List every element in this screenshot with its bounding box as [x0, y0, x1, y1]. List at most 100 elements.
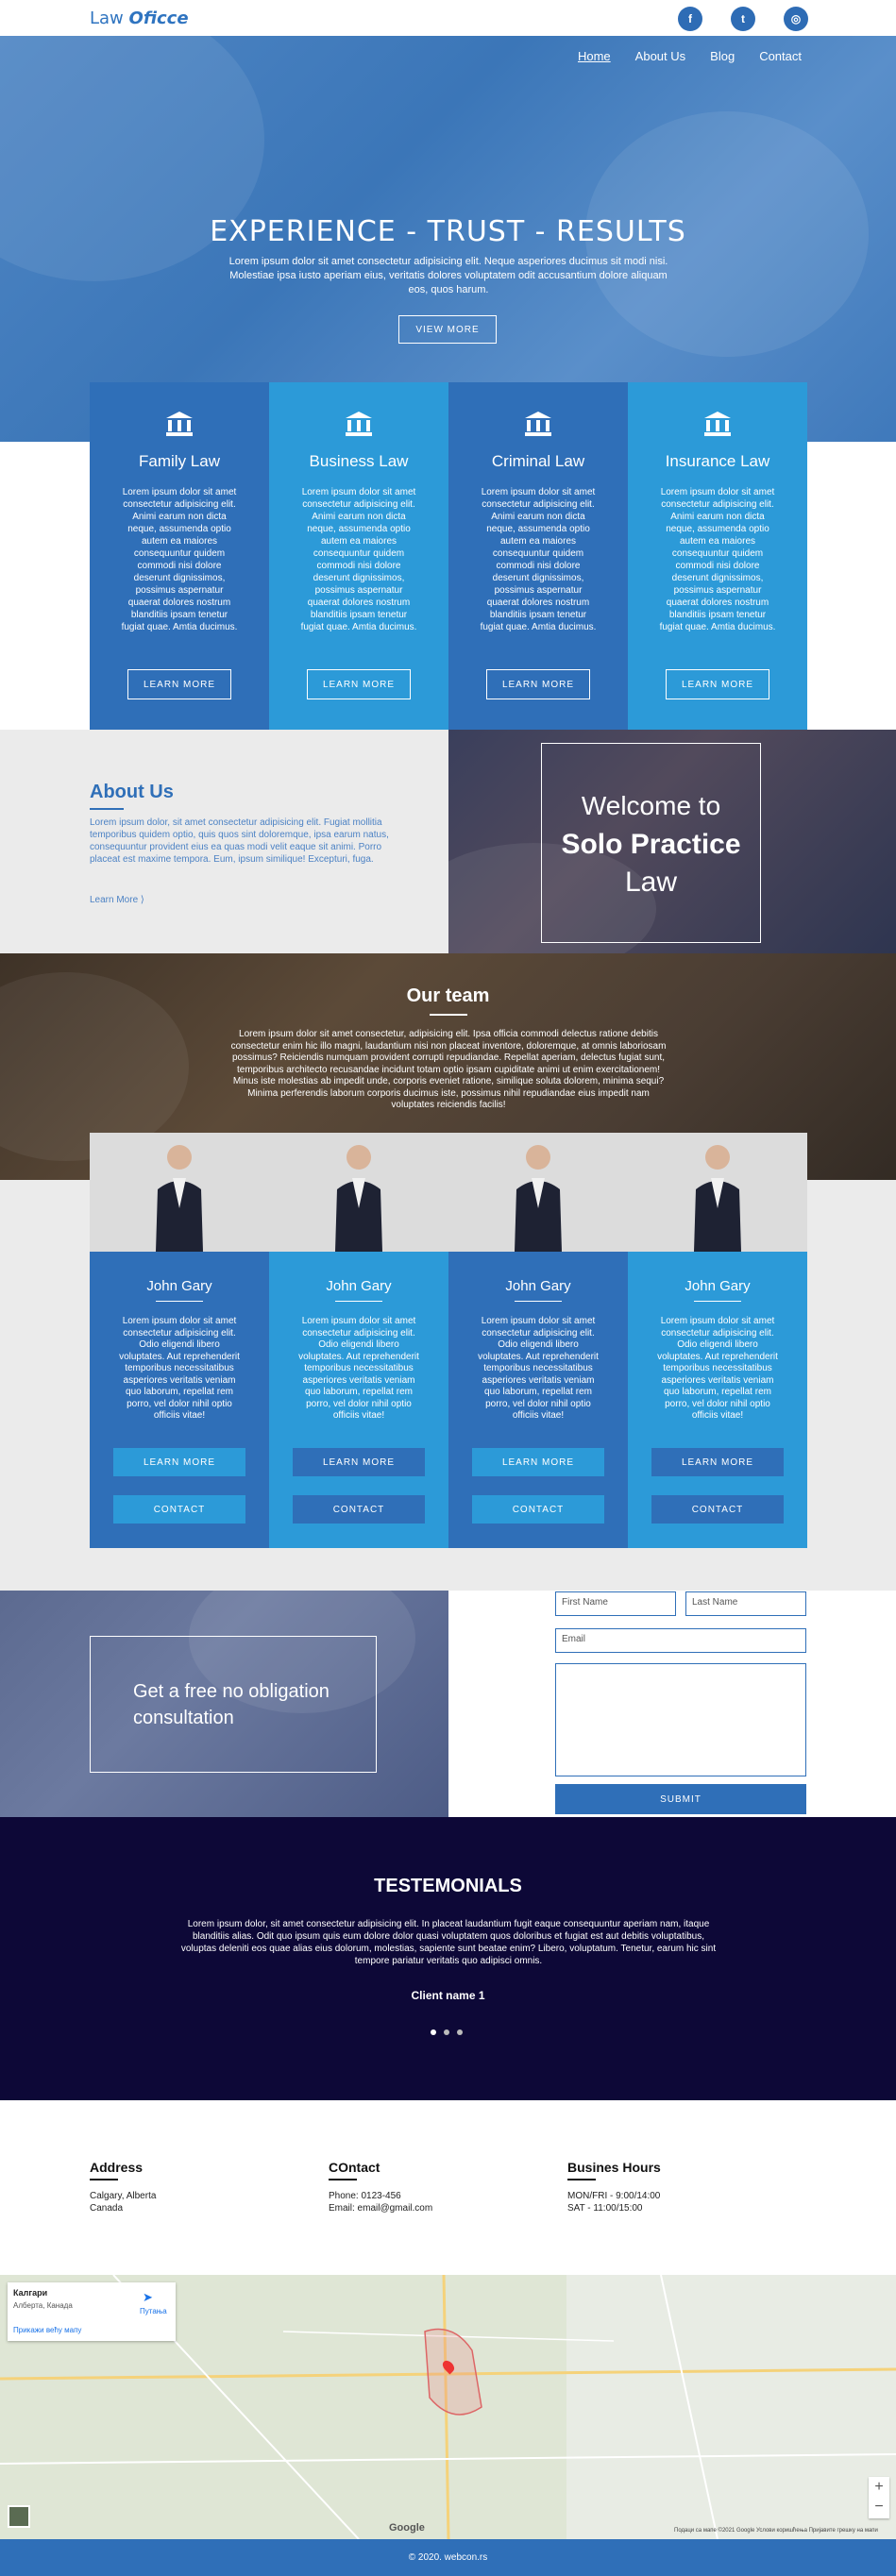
map-attribution[interactable]: Подаци са мапе ©2021 Google Услови кориш… [674, 2528, 878, 2534]
address-line: Canada [90, 2203, 124, 2214]
service-text: Lorem ipsum dolor sit amet consectetur a… [121, 487, 238, 632]
member-learn-more-button[interactable]: LEARN MORE [293, 1448, 425, 1476]
contact-title: COntact [329, 2160, 432, 2180]
welcome-line-3: Law [624, 867, 678, 898]
courthouse-icon [525, 412, 551, 436]
address-line: Calgary, Alberta [90, 2191, 157, 2201]
courthouse-icon [166, 412, 193, 436]
map-region: Алберта, Канада [13, 2301, 73, 2310]
member-contact-button[interactable]: CONTACT [651, 1495, 784, 1524]
twitter-icon[interactable]: t [731, 7, 755, 31]
service-title: Criminal Law [491, 452, 585, 470]
member-bio: Lorem ipsum dolor sit amet consectetur a… [298, 1316, 419, 1421]
consultation-banner: Get a free no obligation consultation [0, 1591, 448, 1817]
main-nav: Home About Us Blog Contact [578, 49, 802, 63]
carousel-dot[interactable] [431, 2029, 436, 2035]
contact-email[interactable]: Email: email@gmail.com [329, 2202, 432, 2214]
member-info: John Gary Lorem ipsum dolor sit amet con… [269, 1252, 448, 1548]
view-more-button[interactable]: VIEW MORE [398, 315, 497, 344]
contact-phone: Phone: 0123-456 [329, 2191, 401, 2201]
welcome-banner: Welcome to Solo Practice Law [448, 730, 896, 953]
member-info: John Gary Lorem ipsum dolor sit amet con… [628, 1252, 807, 1548]
member-bio: Lorem ipsum dolor sit amet consectetur a… [119, 1316, 240, 1421]
nav-blog[interactable]: Blog [710, 49, 735, 63]
carousel-dot[interactable] [444, 2029, 449, 2035]
service-title: Business Law [309, 452, 409, 470]
nav-about-us[interactable]: About Us [635, 49, 685, 63]
hours-column: Busines Hours MON/FRI - 9:00/14:00 SAT -… [567, 2160, 661, 2214]
service-text: Lorem ipsum dolor sit amet consectetur a… [300, 487, 417, 632]
hero-text: Lorem ipsum dolor sit amet consectetur a… [228, 256, 668, 295]
member-name: John Gary [448, 1278, 628, 1302]
email-input[interactable]: Email [555, 1628, 806, 1653]
person-icon [156, 1145, 203, 1252]
logo[interactable]: Law Oficce [90, 8, 189, 28]
directions-icon[interactable]: ➤ [143, 2290, 158, 2305]
member-contact-button[interactable]: CONTACT [472, 1495, 604, 1524]
welcome-box: Welcome to Solo Practice Law [541, 743, 761, 943]
last-name-input[interactable]: Last Name [685, 1591, 806, 1616]
carousel-dots [431, 2029, 463, 2035]
learn-more-button[interactable]: LEARN MORE [486, 669, 590, 699]
member-learn-more-button[interactable]: LEARN MORE [472, 1448, 604, 1476]
courthouse-icon [704, 412, 731, 436]
larger-map-link[interactable]: Прикажи већу мапу [13, 2326, 81, 2334]
service-title: Insurance Law [665, 452, 770, 470]
member-contact-button[interactable]: CONTACT [293, 1495, 425, 1524]
hours-title: Busines Hours [567, 2160, 661, 2180]
person-icon [694, 1145, 741, 1252]
map-info-card: Калгари Алберта, Канада Прикажи већу мап… [8, 2282, 176, 2341]
zoom-controls: + − [869, 2477, 889, 2518]
service-title: Family Law [139, 452, 220, 470]
member-learn-more-button[interactable]: LEARN MORE [651, 1448, 784, 1476]
learn-more-button[interactable]: LEARN MORE [127, 669, 231, 699]
member-photo [90, 1133, 269, 1252]
person-icon [335, 1145, 382, 1252]
address-column: Address Calgary, Alberta Canada [90, 2160, 156, 2214]
logo-text: Law [90, 8, 124, 28]
nav-contact[interactable]: Contact [759, 49, 802, 63]
member-bio: Lorem ipsum dolor sit amet consectetur a… [657, 1316, 778, 1421]
logo-text-italic: Oficce [128, 8, 189, 28]
member-contact-button[interactable]: CONTACT [113, 1495, 245, 1524]
site-header: Law Oficce f t ◎ [0, 0, 896, 36]
google-logo: Google [389, 2522, 425, 2534]
carousel-dot[interactable] [457, 2029, 463, 2035]
member-photo [628, 1133, 807, 1252]
nav-home[interactable]: Home [578, 49, 611, 63]
message-textarea[interactable] [555, 1663, 806, 1776]
about-title: About Us [90, 782, 174, 810]
person-icon [515, 1145, 562, 1252]
zoom-in-button[interactable]: + [869, 2477, 889, 2498]
hours-line: MON/FRI - 9:00/14:00 [567, 2191, 661, 2201]
member-bio: Lorem ipsum dolor sit amet consectetur a… [478, 1316, 599, 1421]
about-text: Lorem ipsum dolor, sit amet consectetur … [90, 817, 389, 865]
service-card-family-law: Family Law Lorem ipsum dolor sit amet co… [90, 382, 269, 730]
about-learn-more-link[interactable]: Learn More ⟩ [90, 895, 144, 905]
hero-title: EXPERIENCE - TRUST - RESULTS [210, 215, 686, 248]
zoom-out-button[interactable]: − [869, 2498, 889, 2518]
learn-more-button[interactable]: LEARN MORE [666, 669, 769, 699]
about-section: About Us Lorem ipsum dolor, sit amet con… [0, 730, 448, 953]
contact-column: COntact Phone: 0123-456 Email: email@gma… [329, 2160, 432, 2214]
service-card-insurance-law: Insurance Law Lorem ipsum dolor sit amet… [628, 382, 807, 730]
submit-button[interactable]: SUBMIT [555, 1784, 806, 1814]
first-name-input[interactable]: First Name [555, 1591, 676, 1616]
satellite-toggle[interactable] [8, 2505, 30, 2528]
member-name: John Gary [628, 1278, 807, 1302]
instagram-icon[interactable]: ◎ [784, 7, 808, 31]
member-learn-more-button[interactable]: LEARN MORE [113, 1448, 245, 1476]
facebook-icon[interactable]: f [678, 7, 702, 31]
welcome-line-1: Welcome to [581, 791, 721, 820]
testimonials-title: TESTEMONIALS [374, 1876, 522, 1896]
courthouse-icon [346, 412, 372, 436]
team-text: Lorem ipsum dolor sit amet consectetur, … [230, 1029, 667, 1110]
map-place: Калгари [13, 2288, 48, 2298]
learn-more-button[interactable]: LEARN MORE [307, 669, 411, 699]
service-text: Lorem ipsum dolor sit amet consectetur a… [659, 487, 776, 632]
team-member-card: John Gary Lorem ipsum dolor sit amet con… [448, 1133, 628, 1548]
google-map[interactable]: Калгари Алберта, Канада Прикажи већу мап… [0, 2275, 896, 2539]
team-member-card: John Gary Lorem ipsum dolor sit amet con… [628, 1133, 807, 1548]
directions-link[interactable]: Путања [140, 2307, 167, 2315]
testimonial-text: Lorem ipsum dolor, sit amet consectetur … [180, 1919, 717, 1966]
